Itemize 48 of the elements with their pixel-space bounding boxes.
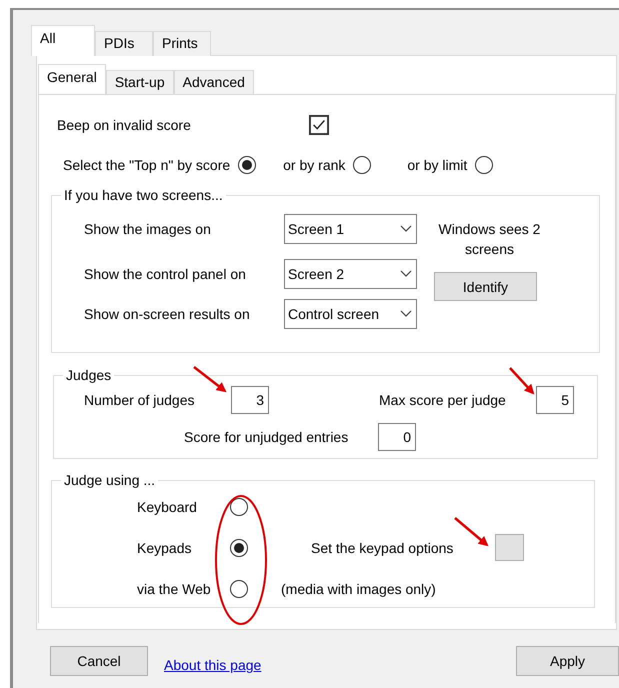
option-label: via the Web <box>137 580 212 596</box>
cancel-button[interactable]: Cancel <box>50 646 148 676</box>
radio-button[interactable] <box>230 580 248 598</box>
dropdown[interactable]: Screen 2 <box>284 259 417 289</box>
field-label: Max score per judge <box>379 392 507 408</box>
field-label: Show on-screen results on <box>84 306 251 322</box>
option-label: Select the "Top n" by score <box>63 157 230 173</box>
checkbox[interactable] <box>309 115 329 135</box>
beep-label: Beep on invalid score <box>57 117 192 133</box>
annotation-arrow <box>193 366 227 392</box>
annotation-arrow <box>509 367 534 394</box>
dropdown[interactable]: Screen 1 <box>284 214 417 244</box>
field-label: Score for unjudged entries <box>184 429 350 445</box>
note-text: (media with images only) <box>281 580 436 596</box>
field-label: Number of judges <box>84 392 196 408</box>
option-label: or by rank <box>283 157 346 173</box>
status-text: Windows sees 2 screens <box>438 220 542 259</box>
option-label: or by limit <box>407 157 468 173</box>
radio-button[interactable] <box>353 156 372 174</box>
annotation-arrow <box>454 517 489 546</box>
tab[interactable]: All <box>31 25 95 56</box>
chevron-down-icon <box>400 225 412 233</box>
group-title: Judge using ... <box>63 472 156 488</box>
radio-button[interactable] <box>230 538 248 556</box>
input-field[interactable]: 3 <box>231 386 269 414</box>
identify-button[interactable]: Identify <box>434 272 537 301</box>
tab[interactable]: PDIs <box>95 31 153 56</box>
chevron-down-icon <box>400 270 412 278</box>
input-field[interactable]: 5 <box>536 386 574 414</box>
apply-button[interactable]: Apply <box>516 646 619 676</box>
tab[interactable]: General <box>38 64 106 95</box>
group-title: If you have two screens... <box>63 187 224 203</box>
field-label: Show the control panel on <box>84 266 247 282</box>
option-label: Keypads <box>137 540 192 556</box>
radio-button[interactable] <box>475 156 494 174</box>
field-label: Show the images on <box>84 221 212 237</box>
chevron-down-icon <box>400 310 412 318</box>
tab[interactable]: Advanced <box>174 70 254 95</box>
field-label: Set the keypad options <box>311 540 454 556</box>
input-field[interactable]: 0 <box>378 423 416 451</box>
radio-button[interactable] <box>238 156 256 174</box>
option-label: Keyboard <box>137 498 198 514</box>
radio-button[interactable] <box>230 498 248 516</box>
tab[interactable]: Start-up <box>106 70 174 95</box>
tab[interactable]: Prints <box>153 31 211 56</box>
group-title: Judges <box>65 367 112 383</box>
dropdown[interactable]: Control screen <box>284 299 417 329</box>
about-link[interactable]: About this page <box>164 657 262 673</box>
